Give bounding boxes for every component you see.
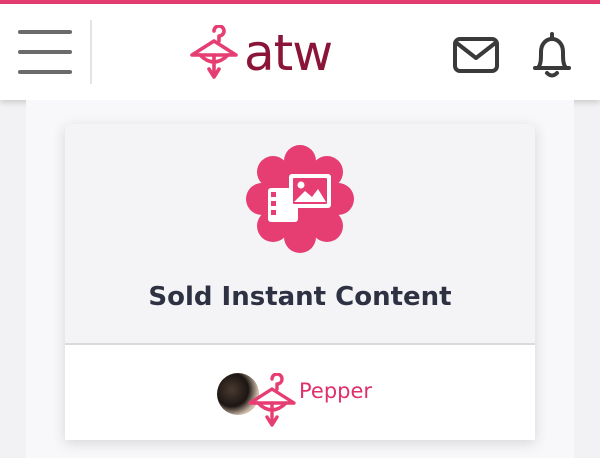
hamburger-menu-icon-bar xyxy=(18,70,72,74)
hamburger-menu-icon-bar xyxy=(18,50,72,54)
seller-name: Pepper xyxy=(299,379,373,403)
brand-name: atw xyxy=(244,24,333,82)
header-divider xyxy=(90,20,92,84)
listing-card[interactable]: Sold Instant Content Pepper xyxy=(65,124,535,440)
seller-profile-link[interactable]: Pepper xyxy=(217,371,417,431)
envelope-icon xyxy=(453,37,499,73)
card-footer: Pepper xyxy=(65,345,535,440)
hamburger-menu-icon xyxy=(18,30,72,34)
media-gallery-icon xyxy=(246,145,354,253)
hanger-logo-icon xyxy=(190,25,238,79)
menu-button[interactable] xyxy=(18,30,72,74)
notifications-button[interactable] xyxy=(530,30,574,80)
hanger-icon xyxy=(248,373,296,427)
bell-icon xyxy=(533,32,571,78)
app-header: atw xyxy=(0,4,600,100)
card-header: Sold Instant Content xyxy=(65,124,535,344)
card-title: Sold Instant Content xyxy=(148,282,452,312)
messages-button[interactable] xyxy=(452,36,500,74)
badge xyxy=(245,144,355,254)
brand-logo[interactable]: atw xyxy=(188,22,378,84)
